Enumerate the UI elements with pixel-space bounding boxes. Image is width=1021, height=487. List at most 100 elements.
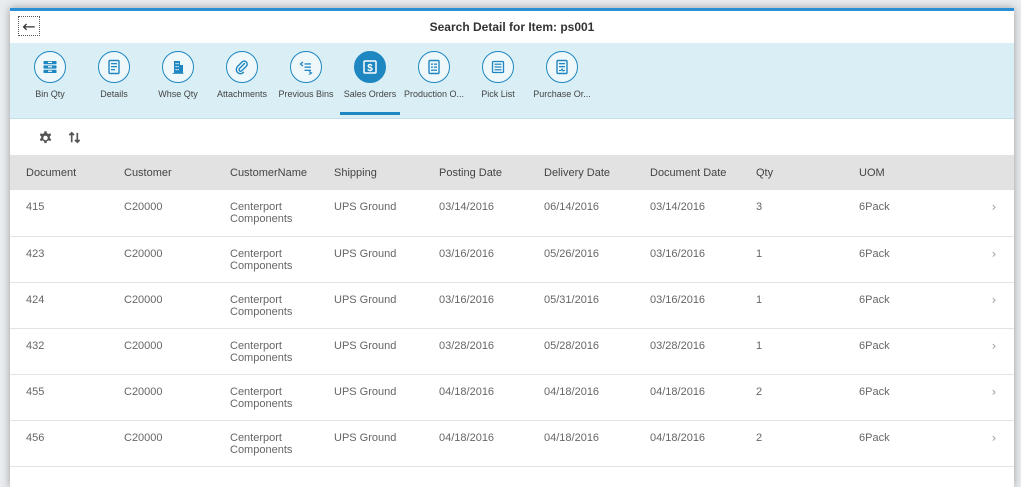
tab-label: Details xyxy=(100,89,128,99)
app-window: ← Search Detail for Item: ps001 Bin Qty … xyxy=(10,8,1014,487)
cell-customer: C20000 xyxy=(124,201,163,213)
cell-posting-date: 03/16/2016 xyxy=(439,293,495,306)
chevron-right-icon[interactable]: › xyxy=(974,328,1014,374)
chevron-right-icon[interactable]: › xyxy=(974,236,1014,282)
customer-name-line1: Centerport xyxy=(230,293,282,306)
table-row[interactable]: 424 C20000 Centerport Components UPS Grou… xyxy=(10,282,1014,328)
cell-qty: 1 xyxy=(756,293,763,306)
customer-name-line2: Components xyxy=(230,259,293,272)
sales-orders-table: Document Customer CustomerName Shipping … xyxy=(10,155,1014,467)
cell-delivery-date: 04/18/2016 xyxy=(544,431,600,444)
cell-customer-name: Centerport Components xyxy=(214,282,318,328)
cell-document: 432 xyxy=(26,339,45,352)
column-header[interactable]: Document Date xyxy=(634,155,740,190)
settings-button[interactable] xyxy=(38,130,53,145)
table-row[interactable]: 456 C20000 Centerport Components UPS Grou… xyxy=(10,420,1014,466)
tab-attachments[interactable]: Attachments xyxy=(210,51,274,119)
tab-label: Purchase Or... xyxy=(533,89,591,99)
cell-posting-date: 04/18/2016 xyxy=(439,431,495,444)
column-header[interactable]: Document xyxy=(10,155,108,190)
cell-shipping: UPS Ground xyxy=(334,385,397,398)
previous-list-icon xyxy=(299,61,313,75)
customer-name-line2: Components xyxy=(230,351,293,364)
cell-shipping: UPS Ground xyxy=(334,431,397,444)
cell-document: 423 xyxy=(26,247,45,260)
cell-uom: 6Pack xyxy=(859,293,890,306)
tab-sales-orders[interactable]: $ Sales Orders xyxy=(338,51,402,119)
chevron-right-icon[interactable]: › xyxy=(974,420,1014,466)
column-header[interactable]: CustomerName xyxy=(214,155,318,190)
column-header[interactable]: Delivery Date xyxy=(528,155,634,190)
cell-customer: C20000 xyxy=(124,247,163,260)
cell-uom: 6Pack xyxy=(859,385,890,398)
cell-document-date: 03/28/2016 xyxy=(650,339,706,352)
cell-customer-name: Centerport Components xyxy=(214,190,318,236)
cell-uom: 6Pack xyxy=(859,339,890,352)
cell-qty: 1 xyxy=(756,339,763,352)
cell-customer: C20000 xyxy=(124,431,163,444)
tab-production-orders[interactable]: Production O... xyxy=(402,51,466,119)
cell-delivery-date: 05/26/2016 xyxy=(544,247,600,260)
cell-qty: 2 xyxy=(756,385,763,398)
warehouse-building-icon xyxy=(172,61,184,74)
cell-customer-name: Centerport Components xyxy=(214,420,318,466)
tab-label: Bin Qty xyxy=(35,89,65,99)
list-icon xyxy=(491,60,505,74)
cell-uom: 6Pack xyxy=(859,247,890,260)
dollar-doc-icon: $ xyxy=(363,60,377,74)
table-row[interactable]: 415 C20000 Centerport Components UPS Grou… xyxy=(10,190,1014,236)
cell-customer-name: Centerport Components xyxy=(214,328,318,374)
page-title: Search Detail for Item: ps001 xyxy=(429,20,595,34)
cell-shipping: UPS Ground xyxy=(334,201,397,213)
chevron-right-icon[interactable]: › xyxy=(974,282,1014,328)
column-header[interactable]: Customer xyxy=(108,155,214,190)
chevron-right-icon[interactable]: › xyxy=(974,190,1014,236)
tab-details[interactable]: Details xyxy=(82,51,146,119)
tab-previous-bins[interactable]: Previous Bins xyxy=(274,51,338,119)
gear-icon xyxy=(39,130,52,143)
table-row[interactable]: 423 C20000 Centerport Components UPS Grou… xyxy=(10,236,1014,282)
sort-button[interactable] xyxy=(67,130,82,145)
bin-stack-icon xyxy=(43,61,57,73)
cell-document: 424 xyxy=(26,293,45,306)
tab-whse-qty[interactable]: Whse Qty xyxy=(146,51,210,119)
cell-document: 456 xyxy=(26,431,45,444)
paperclip-icon xyxy=(235,60,248,75)
cell-document-date: 03/16/2016 xyxy=(650,247,706,260)
cell-uom: 6Pack xyxy=(859,201,890,213)
tab-pick-list[interactable]: Pick List xyxy=(466,51,530,119)
table-row[interactable]: 455 C20000 Centerport Components UPS Grou… xyxy=(10,374,1014,420)
column-header[interactable]: UOM xyxy=(843,155,974,190)
column-header[interactable]: Posting Date xyxy=(423,155,528,190)
tab-purchase-orders[interactable]: Purchase Or... xyxy=(530,51,594,119)
table-row[interactable]: 432 C20000 Centerport Components UPS Grou… xyxy=(10,328,1014,374)
cell-delivery-date: 04/18/2016 xyxy=(544,385,600,398)
cell-posting-date: 03/14/2016 xyxy=(439,201,495,213)
column-header[interactable]: Shipping xyxy=(318,155,423,190)
cell-delivery-date: 06/14/2016 xyxy=(544,201,600,213)
cell-customer: C20000 xyxy=(124,339,163,352)
customer-name-line1: Centerport xyxy=(230,201,282,213)
cell-posting-date: 03/16/2016 xyxy=(439,247,495,260)
sort-arrows-icon xyxy=(68,131,81,143)
cell-shipping: UPS Ground xyxy=(334,247,397,260)
customer-name-line2: Components xyxy=(230,305,293,318)
customer-name-line1: Centerport xyxy=(230,247,282,260)
cell-posting-date: 04/18/2016 xyxy=(439,385,495,398)
cell-document: 415 xyxy=(26,201,45,213)
customer-name-line1: Centerport xyxy=(230,431,282,444)
customer-name-line1: Centerport xyxy=(230,385,282,398)
tab-label: Previous Bins xyxy=(278,89,334,99)
chevron-right-icon[interactable]: › xyxy=(974,374,1014,420)
cell-document-date: 04/18/2016 xyxy=(650,431,706,444)
tab-bin-qty[interactable]: Bin Qty xyxy=(18,51,82,119)
cell-delivery-date: 05/28/2016 xyxy=(544,339,600,352)
cell-customer: C20000 xyxy=(124,385,163,398)
cell-qty: 2 xyxy=(756,431,763,444)
cell-qty: 1 xyxy=(756,247,763,260)
tab-label: Pick List xyxy=(481,89,515,99)
cell-customer-name: Centerport Components xyxy=(214,236,318,282)
cell-document-date: 03/16/2016 xyxy=(650,293,706,306)
tab-label: Attachments xyxy=(216,89,268,99)
column-header[interactable]: Qty xyxy=(740,155,843,190)
